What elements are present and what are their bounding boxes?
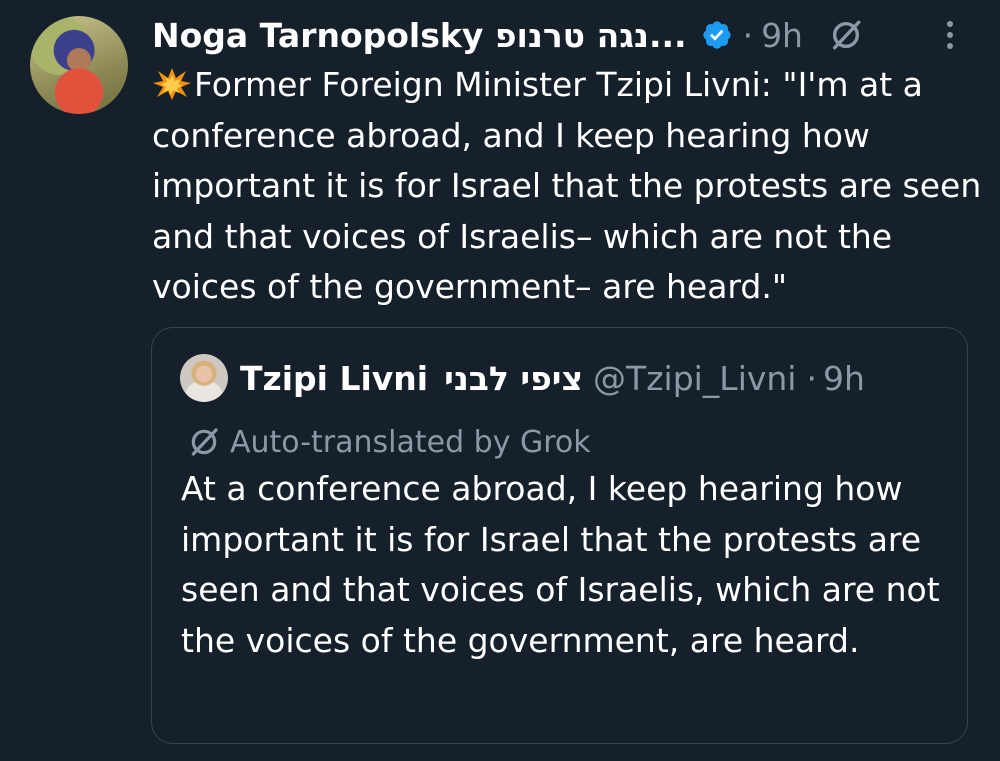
quote-timestamp[interactable]: 9h xyxy=(823,359,865,398)
tweet-body: Former Foreign Minister Tzipi Livni: "I'… xyxy=(152,60,982,313)
quote-text: At a conference abroad, I keep hearing h… xyxy=(181,469,940,660)
verified-badge-icon[interactable] xyxy=(701,19,733,51)
author-name[interactable]: Noga Tarnopolsky נגה טרנופ... xyxy=(152,16,687,55)
quoted-tweet[interactable]: Tzipi Livni ציפי לבני @Tzipi_Livni · 9h … xyxy=(151,327,968,744)
tweet-text: Former Foreign Minister Tzipi Livni: "I'… xyxy=(152,65,982,306)
tweet-header: Noga Tarnopolsky נגה טרנופ... · 9h xyxy=(152,10,863,60)
translation-label: Auto-translated by Grok xyxy=(230,424,591,460)
quote-separator: · xyxy=(806,358,817,398)
grok-icon xyxy=(191,428,218,456)
grok-icon[interactable] xyxy=(829,18,863,52)
quote-header: Tzipi Livni ציפי לבני @Tzipi_Livni · 9h xyxy=(180,354,865,402)
quote-author-handle[interactable]: @Tzipi_Livni xyxy=(593,359,796,398)
header-separator: · xyxy=(742,15,754,55)
author-avatar[interactable] xyxy=(30,16,128,114)
quote-author-name-hebrew[interactable]: ציפי לבני xyxy=(444,359,583,398)
quote-author-avatar[interactable] xyxy=(180,354,228,402)
quote-author-name[interactable]: Tzipi Livni xyxy=(240,359,428,398)
more-options-icon[interactable] xyxy=(940,18,960,52)
translation-note: Auto-translated by Grok xyxy=(188,422,591,462)
tweet-timestamp[interactable]: 9h xyxy=(761,16,803,55)
collision-emoji-icon xyxy=(153,68,191,100)
